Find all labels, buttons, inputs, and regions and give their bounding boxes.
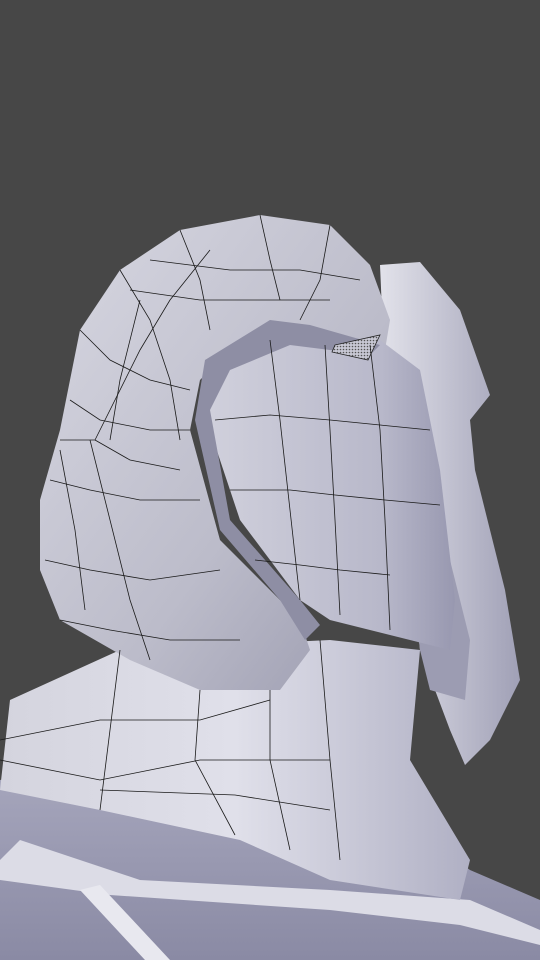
- 3d-viewport[interactable]: [0, 0, 540, 960]
- mesh-render[interactable]: [0, 0, 540, 960]
